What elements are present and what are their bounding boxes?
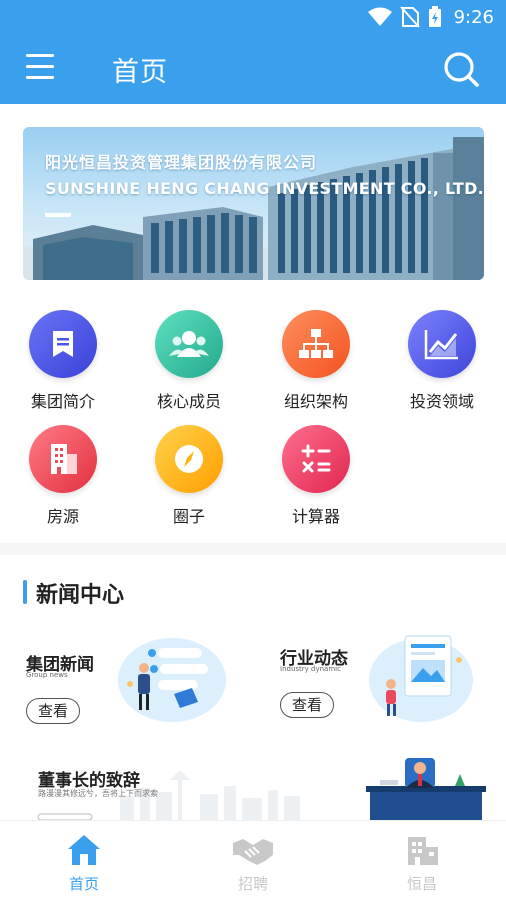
grid-item-core-members[interactable]: 核心成员 <box>134 310 244 416</box>
calculator-icon <box>282 425 350 493</box>
search-icon[interactable] <box>442 50 480 88</box>
grid-item-investment[interactable]: 投资领域 <box>387 310 497 416</box>
tab-label: 招聘 <box>237 875 268 893</box>
grid-item-calculator[interactable]: 计算器 <box>261 425 371 531</box>
status-bar: 9:26 <box>0 0 506 34</box>
tab-label: 恒昌 <box>406 875 437 893</box>
handshake-icon <box>233 839 273 865</box>
tab-home[interactable]: 首页 <box>24 821 144 900</box>
news-card-subtitle: Industry dynamic <box>280 665 341 673</box>
battery-icon <box>428 6 441 27</box>
grid-item-housing[interactable]: 房源 <box>8 425 118 531</box>
news-card-industry[interactable]: 行业动态 Industry dynamic 查看 <box>253 630 506 730</box>
view-button[interactable]: 查看 <box>26 698 80 724</box>
banner-company-name-en: SUNSHINE HENG CHANG INVESTMENT CO., LTD. <box>45 179 484 198</box>
chairman-subtitle: 路漫漫其修远兮，吾将上下而求索 <box>38 789 158 798</box>
industry-news-illustration <box>369 635 473 722</box>
compass-icon <box>155 425 223 493</box>
tab-recruit[interactable]: 招聘 <box>193 821 313 900</box>
grid-item-circle[interactable]: 圈子 <box>134 425 244 531</box>
grid-label: 计算器 <box>291 507 340 526</box>
building-icon <box>408 837 438 865</box>
grid-label: 圈子 <box>172 507 205 526</box>
banner-indicator <box>45 213 71 217</box>
app-bar: 首页 <box>0 34 506 104</box>
tab-label: 首页 <box>68 875 99 893</box>
status-time: 9:26 <box>453 6 494 28</box>
section-accent-bar <box>23 580 27 604</box>
company-banner[interactable]: 阳光恒昌投资管理集团股份有限公司 SUNSHINE HENG CHANG INV… <box>23 127 484 280</box>
org-chart-icon <box>282 310 350 378</box>
grid-label: 房源 <box>46 507 79 526</box>
news-card-group[interactable]: 集团新闻 Group news 查看 <box>0 630 253 730</box>
page-title: 首页 <box>112 57 168 88</box>
grid-item-group-intro[interactable]: 集团简介 <box>8 310 118 416</box>
bookmark-icon <box>29 310 97 378</box>
tab-hengchang[interactable]: 恒昌 <box>362 821 482 900</box>
people-icon <box>155 310 223 378</box>
no-sim-icon <box>399 6 420 28</box>
news-section-title: 新闻中心 <box>36 583 125 608</box>
grid-label: 核心成员 <box>156 392 221 411</box>
banner-company-name: 阳光恒昌投资管理集团股份有限公司 <box>45 153 318 172</box>
building-icon <box>29 425 97 493</box>
news-card-subtitle: Group news <box>26 671 68 679</box>
section-divider <box>0 543 506 555</box>
grid-label: 集团简介 <box>30 392 95 411</box>
group-news-illustration <box>118 638 226 722</box>
grid-label: 投资领域 <box>409 392 474 411</box>
menu-button[interactable] <box>26 54 58 84</box>
wifi-icon <box>367 7 392 26</box>
chairman-speech-card[interactable]: 董事长的致辞 路漫漫其修远兮，吾将上下而求索 <box>0 752 506 822</box>
bottom-tab-bar: 首页 招聘 恒昌 <box>0 820 506 900</box>
grid-label: 组织架构 <box>283 392 348 411</box>
chart-icon <box>408 310 476 378</box>
status-icons: 9:26 <box>367 5 494 29</box>
grid-item-org-structure[interactable]: 组织架构 <box>261 310 371 416</box>
view-button[interactable]: 查看 <box>280 692 334 718</box>
home-icon <box>68 835 100 865</box>
